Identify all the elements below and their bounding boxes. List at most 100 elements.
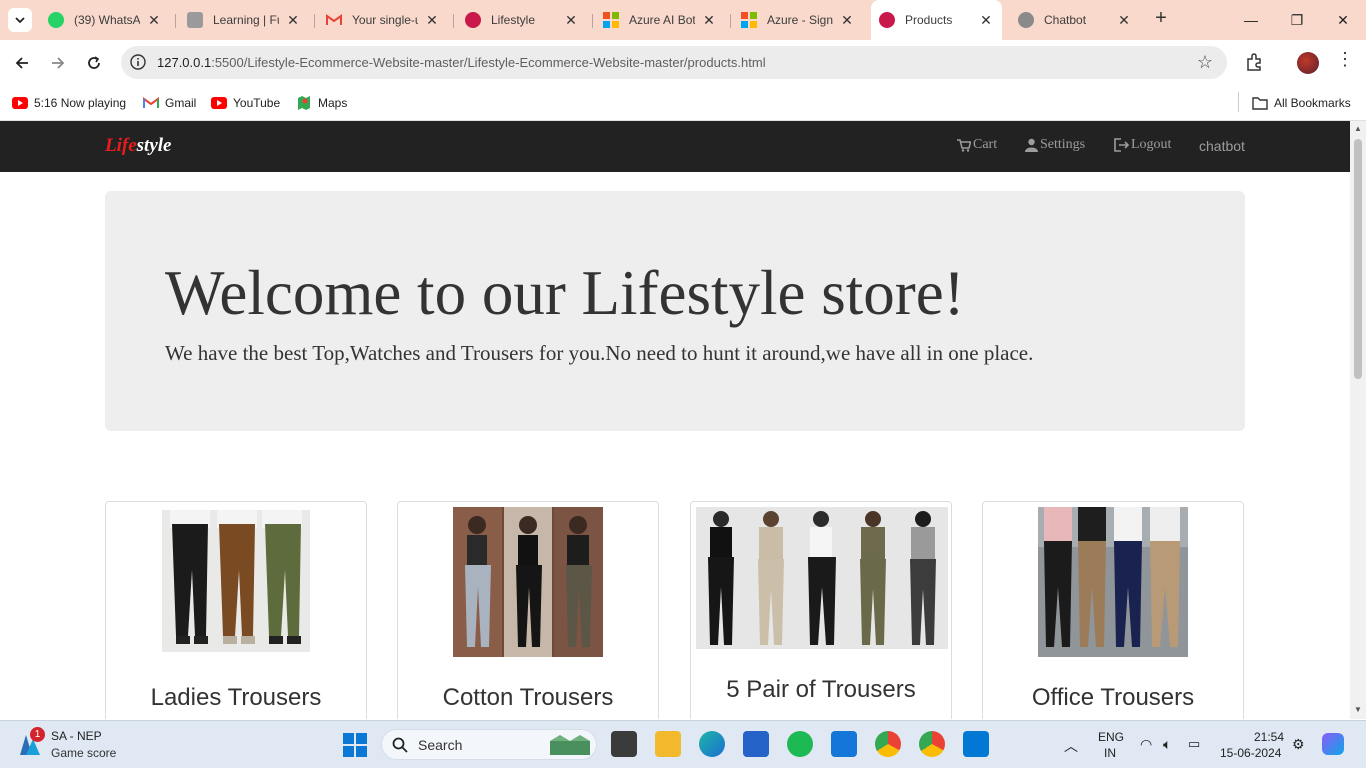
user-icon [1025,138,1038,152]
back-button[interactable] [9,50,35,76]
close-icon[interactable]: ✕ [1116,12,1132,29]
product-name[interactable]: Ladies Trousers [106,684,366,712]
widget-title[interactable]: SA - NEP [51,729,102,743]
bookmark-label: YouTube [233,96,281,110]
close-icon[interactable]: ✕ [146,12,162,29]
tab-azure-sign[interactable]: Azure - Sign ✕ [733,4,863,36]
new-tab-button[interactable]: + [1150,8,1172,30]
bookmark-gmail[interactable]: Gmail [143,92,196,114]
product-card[interactable]: Cotton Trousers [397,501,659,719]
app-icon[interactable] [831,731,857,757]
search-icon [392,737,408,753]
address-bar[interactable]: 127.0.0.1:5500/Lifestyle-Ecommerce-Websi… [121,46,1227,79]
close-icon[interactable]: ✕ [839,12,855,29]
bookmark-now-playing[interactable]: 5:16 Now playing [12,92,126,114]
tab-gmail[interactable]: Your single-u ✕ [318,4,448,36]
tab-learning[interactable]: Learning | Fu ✕ [179,4,309,36]
url-text[interactable]: 127.0.0.1:5500/Lifestyle-Ecommerce-Websi… [157,55,766,70]
tab-lifestyle[interactable]: Lifestyle ✕ [457,4,587,36]
restore-button[interactable]: ❐ [1274,0,1320,40]
product-card[interactable]: Office Trousers [982,501,1244,719]
nav-chatbot-label: chatbot [1199,138,1245,154]
spotify-icon[interactable] [787,731,813,757]
all-bookmarks-label: All Bookmarks [1274,96,1351,110]
weather-widget-icon[interactable]: 1 [16,727,45,759]
microsoft-icon [603,12,619,28]
clock-date[interactable]: 15-06-2024 [1220,746,1281,760]
close-icon[interactable]: ✕ [285,12,301,29]
close-icon[interactable]: ✕ [424,12,440,29]
settings-gear-icon[interactable]: ⚙ [1292,736,1305,753]
minimize-button[interactable]: — [1228,0,1274,40]
site-info-icon[interactable] [129,53,147,71]
globe-icon [1018,12,1034,28]
tab-whatsapp[interactable]: (39) WhatsApp ✕ [40,4,170,36]
tab-chatbot[interactable]: Chatbot ✕ [1010,4,1140,36]
hero-title: Welcome to our Lifestyle store! [165,258,965,328]
all-bookmarks[interactable]: All Bookmarks [1252,92,1351,114]
tab-products[interactable]: Products ✕ [871,0,1002,40]
product-card[interactable]: 5 Pair of Trousers [690,501,952,719]
product-image[interactable] [162,510,310,652]
product-image[interactable] [696,507,948,649]
profile-avatar[interactable] [1297,52,1319,74]
edge-icon[interactable] [699,731,725,757]
scroll-down-icon[interactable]: ▼ [1350,705,1366,714]
clock-time[interactable]: 21:54 [1254,730,1284,744]
reload-button[interactable] [81,50,107,76]
tab-strip: (39) WhatsApp ✕ Learning | Fu ✕ Your sin… [0,0,1366,40]
chrome-icon[interactable] [875,731,901,757]
close-icon[interactable]: ✕ [563,12,579,29]
close-icon[interactable]: ✕ [701,12,717,29]
product-name[interactable]: Office Trousers [983,684,1243,712]
back-arrow-icon [15,57,28,69]
store-icon[interactable] [743,731,769,757]
bookmark-star-icon[interactable]: ☆ [1197,52,1213,73]
widget-subtitle[interactable]: Game score [51,746,116,760]
hero-subtitle: We have the best Top,Watches and Trouser… [165,341,1034,365]
product-card[interactable]: Ladies Trousers [105,501,367,719]
bookmark-youtube[interactable]: YouTube [211,92,280,114]
site-brand[interactable]: Lifestyle [105,135,171,157]
close-window-button[interactable]: ✕ [1320,0,1366,40]
tab-search-button[interactable] [8,8,32,32]
chrome-active-icon[interactable] [919,731,945,757]
taskbar-search[interactable]: Search [381,729,597,760]
vscode-icon[interactable] [963,731,989,757]
language-secondary[interactable]: IN [1104,746,1116,760]
language-primary[interactable]: ENG [1098,730,1124,744]
microsoft-icon [741,12,757,28]
forward-button[interactable] [45,50,71,76]
maps-icon [298,96,310,110]
gmail-icon [143,97,159,108]
file-explorer-icon[interactable] [655,731,681,757]
nav-logout[interactable]: Logout [1114,137,1171,153]
bookmark-label: 5:16 Now playing [34,96,127,110]
folder-icon [1252,97,1268,110]
product-image[interactable] [453,507,603,657]
scroll-thumb[interactable] [1354,139,1362,379]
bookmark-maps[interactable]: Maps [296,92,347,114]
start-button[interactable] [343,733,367,762]
nav-chatbot[interactable]: chatbot [1199,138,1245,154]
copilot-icon[interactable] [1322,733,1344,755]
page-scrollbar[interactable]: ▲ ▼ [1350,121,1366,719]
scroll-up-icon[interactable]: ▲ [1350,124,1366,133]
tab-title: Your single-u [352,13,418,27]
tab-azure-ai-bot[interactable]: Azure AI Bot ✕ [595,4,725,36]
wifi-icon[interactable]: ◠ [1140,736,1152,753]
extensions-icon[interactable] [1244,51,1266,73]
product-name[interactable]: 5 Pair of Trousers [691,676,951,704]
chevron-up-icon[interactable]: ︿ [1064,736,1078,756]
task-view-icon[interactable] [611,731,637,757]
product-name[interactable]: Cotton Trousers [398,684,658,712]
nav-cart[interactable]: Cart [957,137,997,153]
volume-icon[interactable]: 🔈︎ [1163,736,1171,753]
close-icon[interactable]: ✕ [978,12,994,29]
nav-cart-label: Cart [973,137,998,152]
product-image[interactable] [1038,507,1188,657]
nav-logout-label: Logout [1131,137,1172,152]
browser-menu-icon[interactable]: ⋮ [1336,49,1354,70]
battery-icon[interactable]: ▭ [1188,736,1200,752]
nav-settings[interactable]: Settings [1025,137,1085,153]
